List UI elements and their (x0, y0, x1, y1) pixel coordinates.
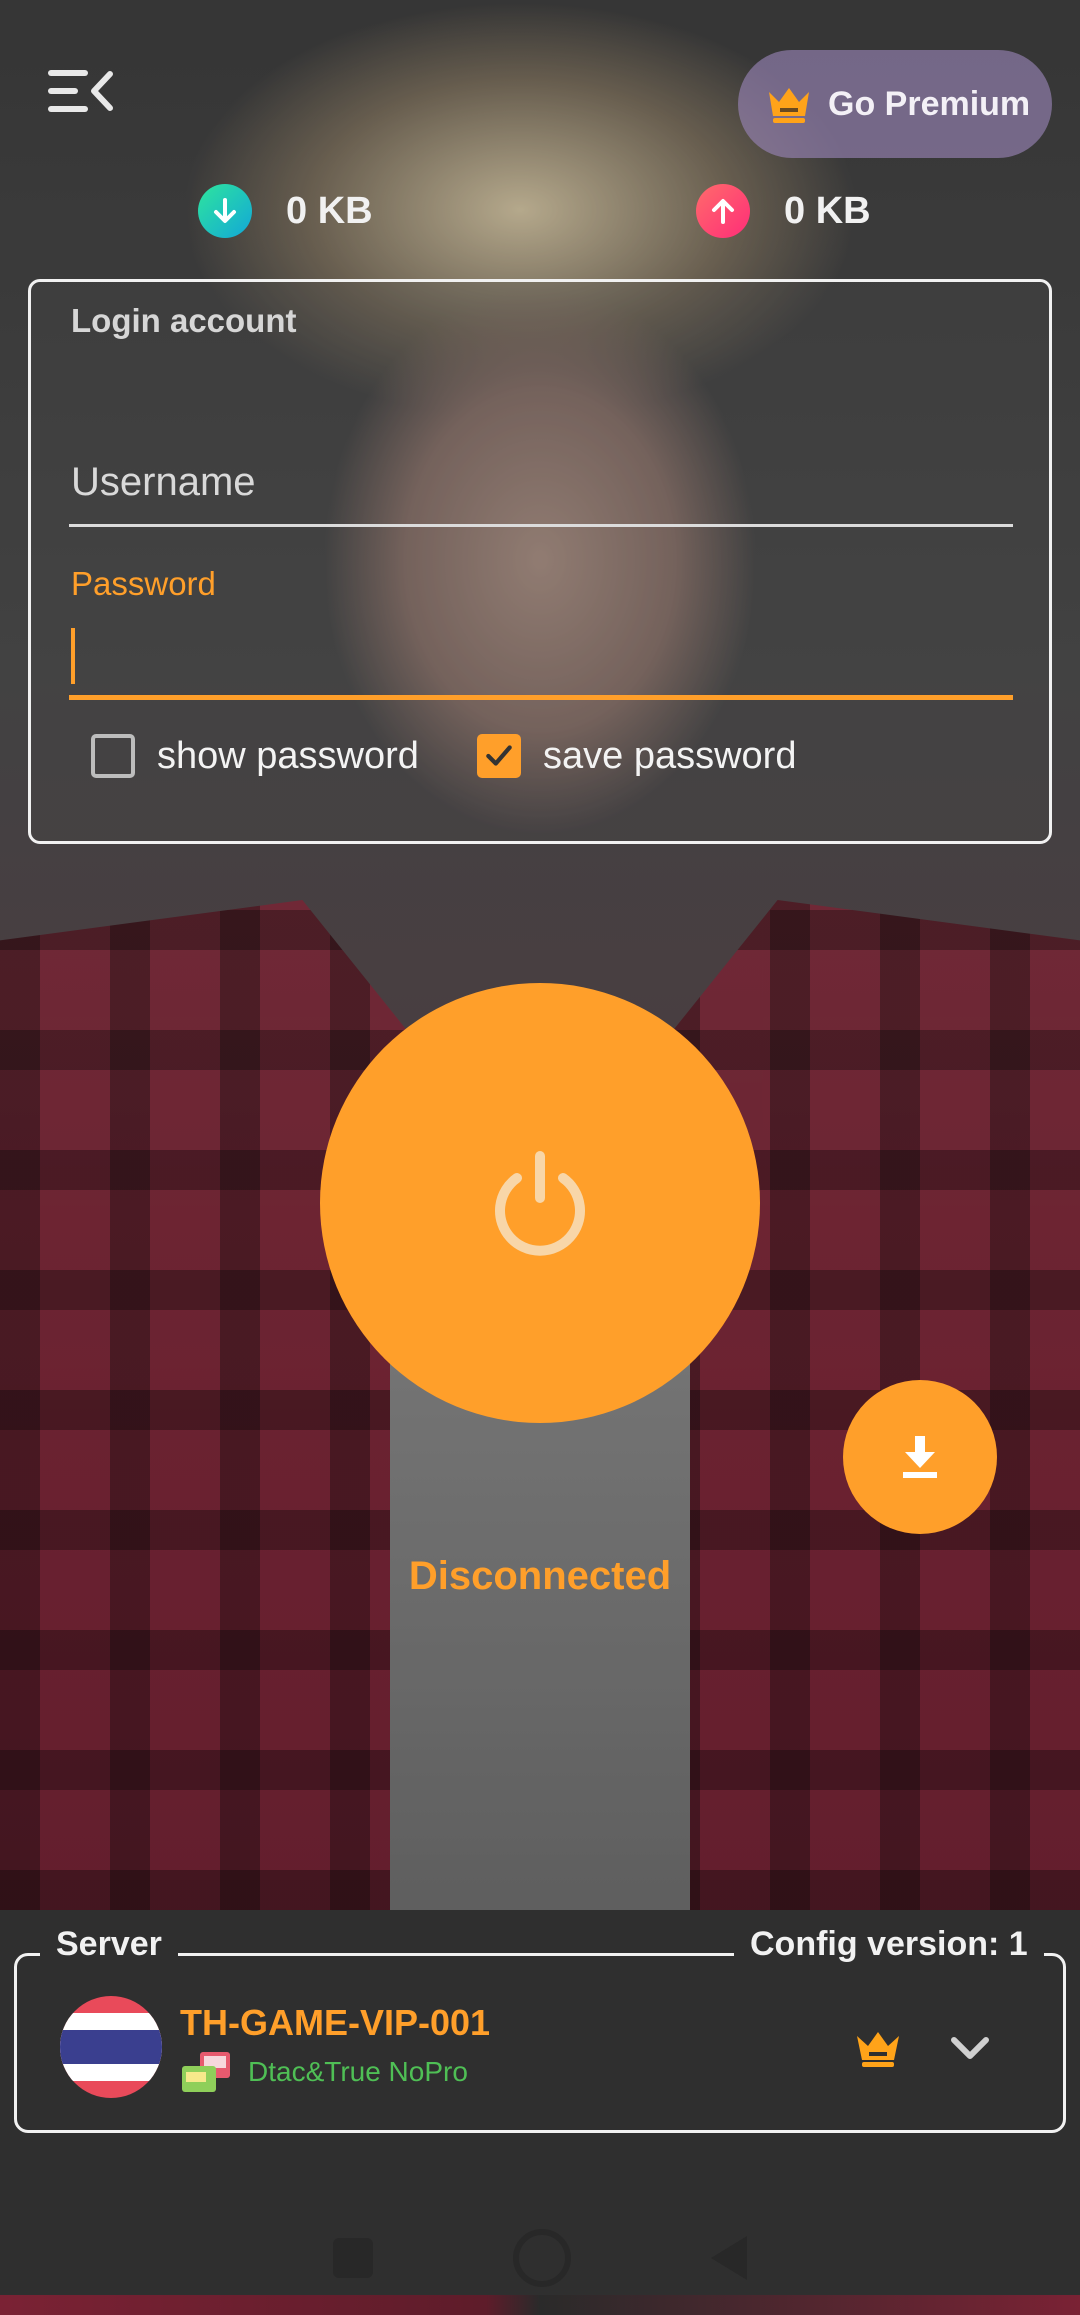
chevron-down-icon[interactable] (946, 2030, 994, 2066)
upload-amount: 0 KB (784, 189, 871, 232)
save-password-label: save password (543, 734, 797, 777)
power-icon (495, 1151, 585, 1256)
download-icon (903, 1436, 937, 1478)
server-legend: Server (40, 1925, 178, 1964)
save-password-toggle[interactable]: save password (477, 734, 796, 778)
save-password-checkbox[interactable] (477, 734, 521, 778)
show-password-label: show password (157, 734, 419, 777)
checkmark-icon (486, 745, 512, 766)
home-button[interactable] (513, 2228, 571, 2287)
password-label: Password (71, 565, 216, 602)
crown-icon (769, 88, 809, 123)
upload-counter: 0 KB (696, 184, 871, 238)
recents-button[interactable] (333, 2237, 373, 2278)
server-subtitle: Dtac&True NoPro (248, 2056, 468, 2087)
premium-crown-icon (857, 2032, 899, 2067)
download-arrow-icon (198, 184, 252, 238)
login-account-panel: Login account Username Password show pas… (28, 279, 1052, 844)
connection-status: Disconnected (408, 1554, 672, 1598)
show-password-toggle[interactable]: show password (91, 734, 419, 778)
connect-power-button[interactable] (320, 983, 760, 1423)
server-name: TH-GAME-VIP-001 (180, 2002, 491, 2043)
download-amount: 0 KB (286, 189, 373, 232)
config-version: Config version: 1 (734, 1925, 1044, 1964)
go-premium-button[interactable]: Go Premium (738, 50, 1052, 158)
text-caret (71, 628, 75, 684)
menu-button[interactable] (48, 66, 114, 116)
password-field[interactable] (69, 620, 1013, 700)
menu-icon (48, 70, 113, 112)
username-field[interactable]: Username (69, 460, 1013, 527)
login-title: Login account (71, 302, 297, 339)
go-premium-label: Go Premium (828, 84, 1031, 123)
back-button[interactable] (711, 2235, 747, 2280)
background-photo-strip (0, 2295, 1080, 2315)
download-counter: 0 KB (198, 184, 373, 238)
download-config-button[interactable] (843, 1380, 997, 1534)
server-selector[interactable] (14, 1953, 1066, 2133)
sim-icon (180, 2050, 236, 2094)
upload-arrow-icon (696, 184, 750, 238)
thailand-flag-icon (60, 1996, 162, 2098)
server-subtitle-row: Dtac&True NoPro (180, 2050, 468, 2094)
show-password-checkbox[interactable] (91, 734, 135, 778)
username-placeholder: Username (71, 460, 256, 504)
